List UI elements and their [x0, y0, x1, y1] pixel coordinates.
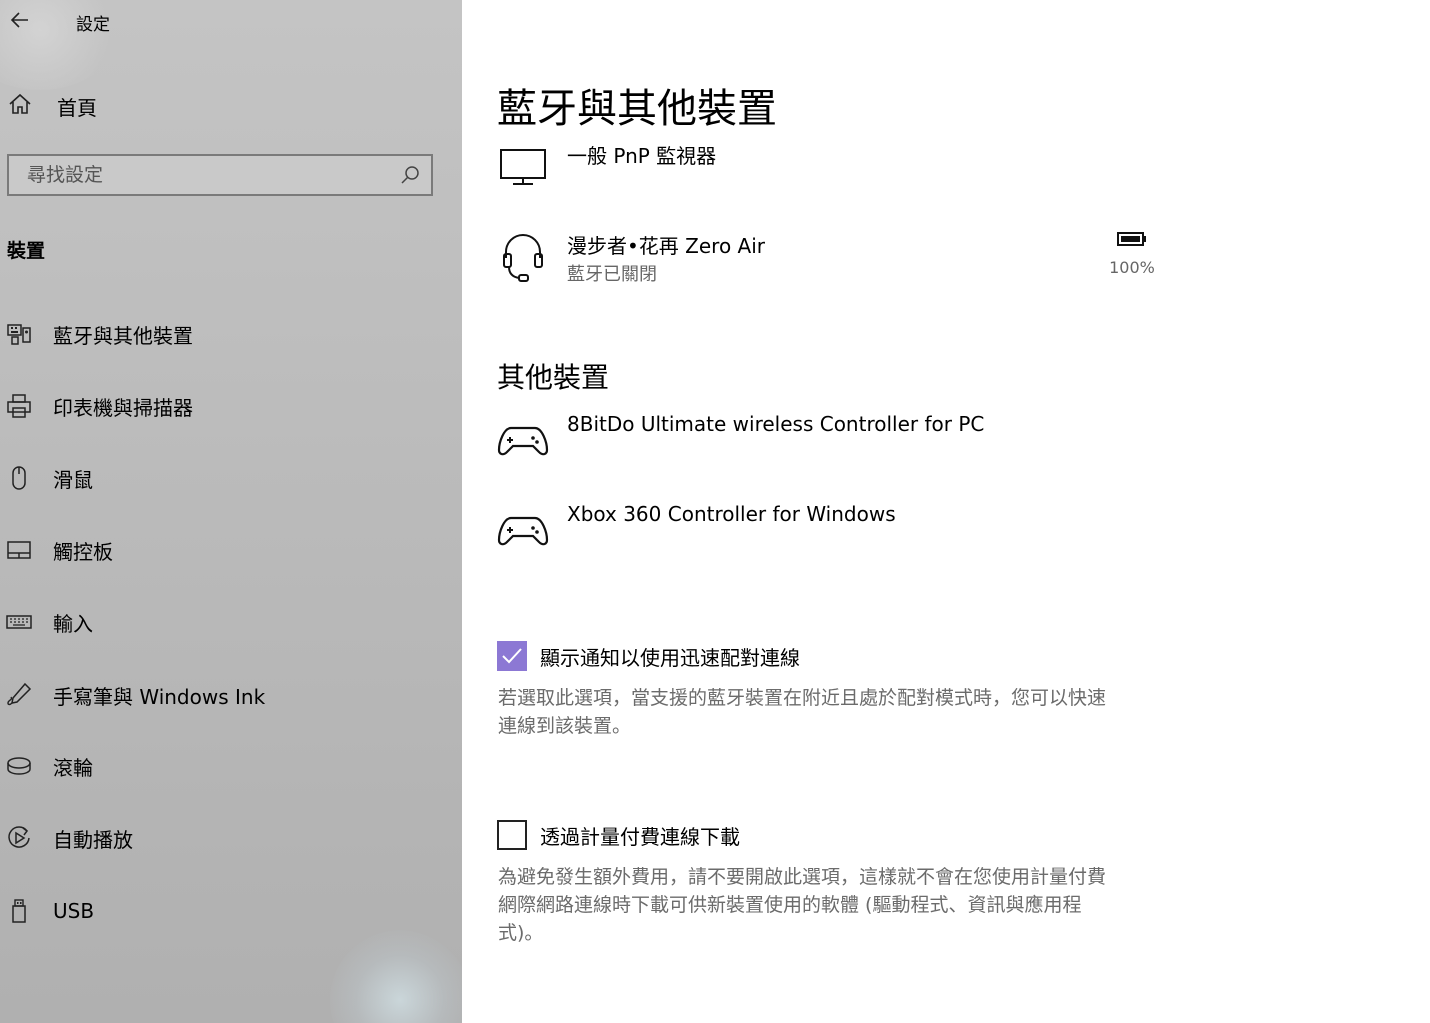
- description-line: 網際網路連線時下載可供新裝置使用的軟體 (驅動程式、資訊與應用程: [498, 894, 1082, 916]
- autoplay-icon: [2, 824, 36, 852]
- sidebar-item-home[interactable]: 首頁: [8, 88, 448, 124]
- sidebar-item-label: 輸入: [53, 611, 93, 636]
- battery-percent: 100%: [1109, 258, 1155, 277]
- sidebar-item-label: 印表機與掃描器: [53, 395, 193, 420]
- headset-icon: [497, 230, 553, 286]
- metered-download-option[interactable]: 透過計量付費連線下載: [497, 820, 740, 850]
- sidebar-item-autoplay[interactable]: 自動播放: [0, 818, 440, 858]
- other-devices-heading: 其他裝置: [497, 361, 610, 394]
- sidebar-item-label: 滑鼠: [53, 467, 93, 492]
- device-monitor[interactable]: 一般 PnP 監視器: [497, 140, 1197, 200]
- search-input[interactable]: [25, 163, 399, 187]
- swift-pair-description: 若選取此選項，當支援的藍牙裝置在附近且處於配對模式時，您可以快速 連線到該裝置。: [498, 684, 1178, 740]
- battery-icon: [1116, 232, 1148, 252]
- usb-icon: [2, 897, 36, 925]
- back-arrow-icon[interactable]: [8, 8, 32, 32]
- search-icon[interactable]: [399, 164, 421, 186]
- battery-indicator: 100%: [1097, 230, 1167, 277]
- pen-icon: [2, 681, 36, 709]
- description-line: 為避免發生額外費用，請不要開啟此選項，這樣就不會在您使用計量付費: [498, 866, 1107, 888]
- sidebar-item-wheel[interactable]: 滾輪: [0, 746, 440, 786]
- search-box[interactable]: [7, 154, 433, 196]
- sidebar-background-glow: [330, 930, 462, 1023]
- dial-icon: [2, 752, 36, 780]
- sidebar-item-mouse[interactable]: 滑鼠: [0, 458, 440, 498]
- swift-pair-checkbox[interactable]: [497, 641, 527, 671]
- sidebar-item-label: USB: [53, 899, 95, 923]
- sidebar-item-touchpad[interactable]: 觸控板: [0, 530, 440, 570]
- device-name: Xbox 360 Controller for Windows: [567, 502, 896, 526]
- device-status: 藍牙已關閉: [567, 264, 657, 285]
- sidebar: 設定 首頁 裝置 藍牙與其他裝置 印表機與掃描器 滑鼠 觸控板: [0, 0, 462, 1023]
- sidebar-item-label: 自動播放: [53, 827, 133, 852]
- device-headset[interactable]: 漫步者•花再 Zero Air 藍牙已關閉 100%: [497, 230, 1197, 300]
- sidebar-item-usb[interactable]: USB: [0, 891, 440, 931]
- gamepad-icon: [497, 502, 553, 558]
- device-name: 8BitDo Ultimate wireless Controller for …: [567, 412, 985, 436]
- description-line: 連線到該裝置。: [498, 715, 632, 737]
- sidebar-item-typing[interactable]: 輸入: [0, 602, 440, 642]
- printer-icon: [2, 392, 36, 420]
- sidebar-item-printers[interactable]: 印表機與掃描器: [0, 386, 440, 426]
- sidebar-item-pen[interactable]: 手寫筆與 Windows Ink: [0, 675, 440, 715]
- app-title: 設定: [76, 15, 110, 35]
- metered-download-description: 為避免發生額外費用，請不要開啟此選項，這樣就不會在您使用計量付費 網際網路連線時…: [498, 863, 1178, 947]
- checkmark-icon: [502, 648, 522, 664]
- sidebar-item-label: 藍牙與其他裝置: [53, 323, 193, 348]
- metered-download-label: 透過計量付費連線下載: [540, 824, 740, 849]
- sidebar-item-label: 觸控板: [53, 539, 113, 564]
- device-gamepad-xbox360[interactable]: Xbox 360 Controller for Windows: [497, 502, 1197, 562]
- sidebar-item-label: 首頁: [57, 95, 97, 120]
- sidebar-item-label: 滾輪: [53, 755, 93, 780]
- sidebar-item-bluetooth[interactable]: 藍牙與其他裝置: [0, 314, 440, 354]
- mouse-icon: [2, 464, 36, 492]
- device-gamepad-8bitdo[interactable]: 8BitDo Ultimate wireless Controller for …: [497, 412, 1197, 472]
- home-icon: [8, 92, 32, 120]
- description-line: 式)。: [498, 922, 544, 944]
- sidebar-item-label: 手寫筆與 Windows Ink: [53, 684, 266, 709]
- device-name: 漫步者•花再 Zero Air: [567, 234, 765, 258]
- keyboard-icon: [2, 608, 36, 636]
- swift-pair-label: 顯示通知以使用迅速配對連線: [540, 645, 800, 670]
- metered-download-checkbox[interactable]: [497, 820, 527, 850]
- page-title: 藍牙與其他裝置: [497, 86, 777, 132]
- swift-pair-option[interactable]: 顯示通知以使用迅速配對連線: [497, 641, 800, 671]
- description-line: 若選取此選項，當支援的藍牙裝置在附近且處於配對模式時，您可以快速: [498, 687, 1107, 709]
- monitor-icon: [497, 140, 553, 196]
- touchpad-icon: [2, 536, 36, 564]
- gamepad-icon: [497, 412, 553, 468]
- section-title: 裝置: [7, 240, 46, 262]
- bluetooth-devices-icon: [2, 320, 36, 348]
- device-name: 一般 PnP 監視器: [567, 144, 717, 168]
